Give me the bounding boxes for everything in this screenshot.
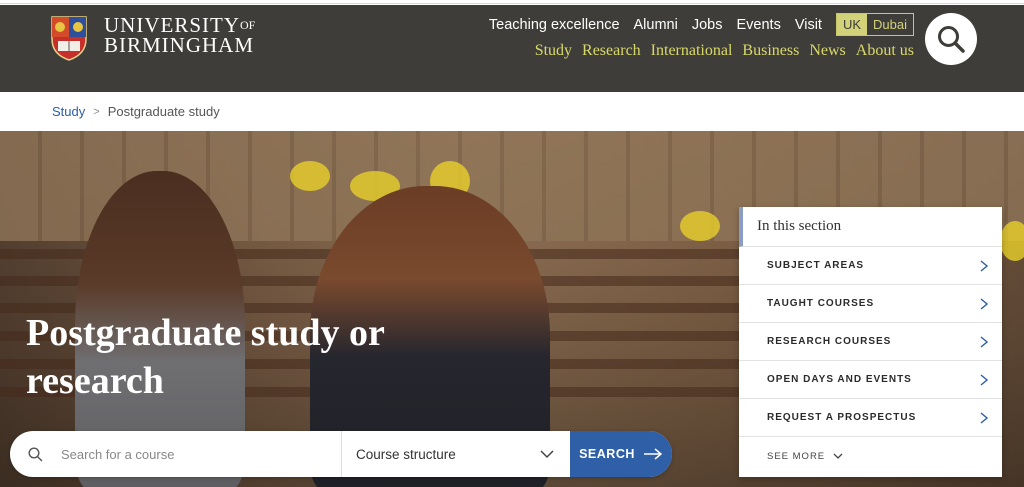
crest-icon [51,16,87,61]
see-more-label: SEE MORE [767,450,826,462]
breadcrumb-current: Postgraduate study [107,104,220,119]
breadcrumb: Study > Postgraduate study [52,104,220,119]
university-logo[interactable]: UNIVERSITYOF BIRMINGHAM [50,15,255,61]
nav-alumni[interactable]: Alumni [634,17,678,33]
utility-nav: Teaching excellence Alumni Jobs Events V… [475,13,914,36]
hero-flower [1000,221,1024,261]
arrow-right-icon [643,448,663,460]
panel-title: In this section [739,207,1002,247]
panel-item-label: TAUGHT COURSES [767,298,875,309]
nav-jobs[interactable]: Jobs [692,17,723,33]
hero-flower [680,211,720,241]
breadcrumb-study[interactable]: Study [52,104,85,119]
chevron-right-icon [980,335,988,348]
page-title: Postgraduate study or research [26,312,385,402]
campus-switcher: UK Dubai [835,13,914,36]
hero-flower [290,161,330,191]
chevron-down-icon [540,449,554,458]
campus-dubai[interactable]: Dubai [867,14,913,35]
panel-item-label: SUBJECT AREAS [767,260,865,271]
panel-item-subject-areas[interactable]: SUBJECT AREAS [739,247,1002,285]
see-more-toggle[interactable]: SEE MORE [739,437,1002,475]
in-this-section-panel: In this section SUBJECT AREAS TAUGHT COU… [739,207,1002,477]
campus-uk[interactable]: UK [836,14,868,35]
course-structure-select[interactable]: Course structure [342,431,570,477]
search-icon [28,446,43,461]
site-header: UNIVERSITYOF BIRMINGHAM Teaching excelle… [0,5,1024,92]
chevron-right-icon [980,259,988,272]
nav-events[interactable]: Events [736,17,780,33]
nav-business[interactable]: Business [742,42,799,60]
nav-news[interactable]: News [809,42,845,60]
course-search-button[interactable]: SEARCH [570,431,672,477]
breadcrumb-separator: > [93,105,100,118]
nav-international[interactable]: International [651,42,733,60]
panel-item-research-courses[interactable]: RESEARCH COURSES [739,323,1002,361]
logo-text-of: OF [240,18,256,32]
main-nav: Study Research International Business Ne… [525,42,914,60]
course-structure-value: Course structure [356,446,456,462]
nav-teaching-excellence[interactable]: Teaching excellence [489,17,620,33]
panel-item-label: REQUEST A PROSPECTUS [767,412,917,423]
panel-item-label: OPEN DAYS AND EVENTS [767,374,912,385]
chevron-down-icon [833,453,843,459]
nav-research[interactable]: Research [582,42,641,60]
course-search-input[interactable]: Search for a course [10,431,342,477]
search-icon [938,26,965,53]
panel-item-open-days[interactable]: OPEN DAYS AND EVENTS [739,361,1002,399]
chevron-right-icon [980,297,988,310]
top-border [0,0,1024,4]
nav-study[interactable]: Study [535,42,572,60]
chevron-right-icon [980,373,988,386]
search-button-label: SEARCH [579,447,635,461]
nav-about-us[interactable]: About us [856,42,914,60]
course-search-placeholder: Search for a course [61,446,175,462]
nav-visit[interactable]: Visit [795,17,822,33]
course-search-bar: Search for a course Course structure SEA… [10,431,672,477]
panel-item-label: RESEARCH COURSES [767,336,892,347]
chevron-right-icon [980,411,988,424]
panel-item-taught-courses[interactable]: TAUGHT COURSES [739,285,1002,323]
site-search-button[interactable] [925,13,977,65]
logo-text-birmingham: BIRMINGHAM [104,33,255,57]
panel-item-request-prospectus[interactable]: REQUEST A PROSPECTUS [739,399,1002,437]
